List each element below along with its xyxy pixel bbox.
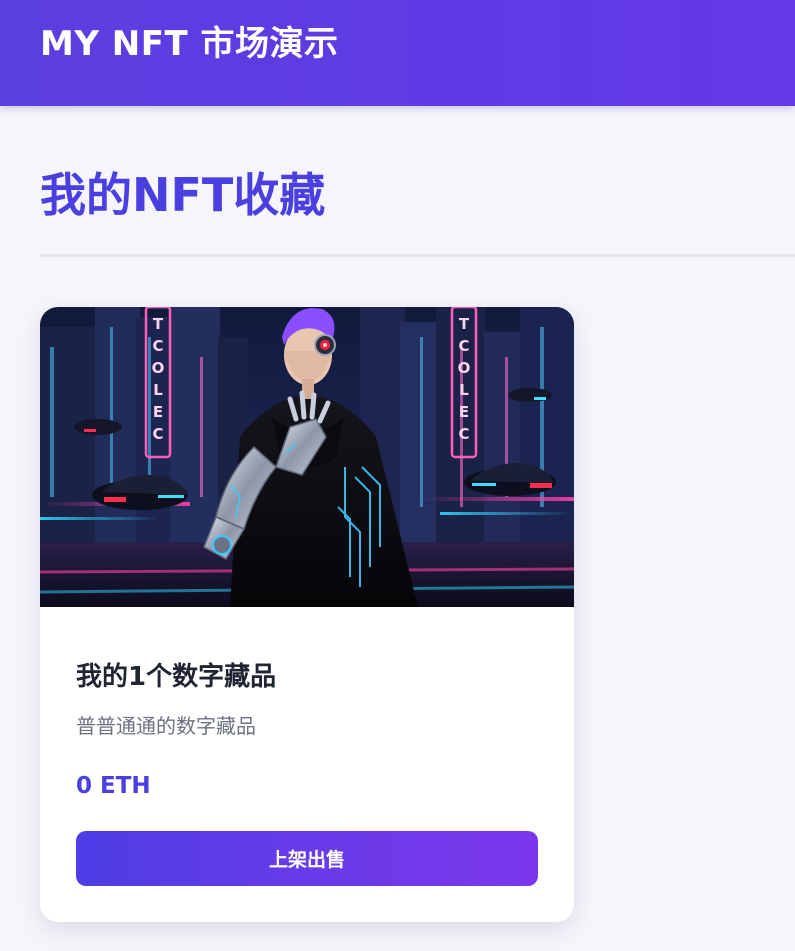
- svg-text:C: C: [458, 337, 469, 355]
- svg-text:E: E: [459, 403, 469, 421]
- svg-text:L: L: [459, 381, 469, 399]
- svg-text:T: T: [153, 315, 164, 333]
- brand-title[interactable]: MY NFT 市场演示: [40, 22, 339, 66]
- svg-text:C: C: [458, 425, 469, 443]
- nft-title: 我的1个数字藏品: [76, 662, 277, 692]
- title-divider: [40, 254, 795, 257]
- svg-text:C: C: [152, 425, 163, 443]
- svg-text:O: O: [152, 359, 165, 377]
- svg-text:O: O: [458, 359, 471, 377]
- nft-image[interactable]: T C O L E C T C O L E C: [40, 307, 574, 607]
- svg-text:L: L: [153, 381, 163, 399]
- svg-text:T: T: [459, 315, 470, 333]
- svg-text:C: C: [152, 337, 163, 355]
- top-navbar: MY NFT 市场演示: [0, 0, 795, 106]
- nft-description: 普普通通的数字藏品: [76, 714, 256, 738]
- nft-price: 0 ETH: [76, 773, 151, 799]
- svg-text:E: E: [153, 403, 163, 421]
- list-for-sale-button[interactable]: 上架出售: [76, 831, 538, 886]
- page-title: 我的NFT收藏: [40, 168, 326, 222]
- nft-card: T C O L E C T C O L E C 我的1个数字藏品 普普通通的数字…: [40, 307, 574, 922]
